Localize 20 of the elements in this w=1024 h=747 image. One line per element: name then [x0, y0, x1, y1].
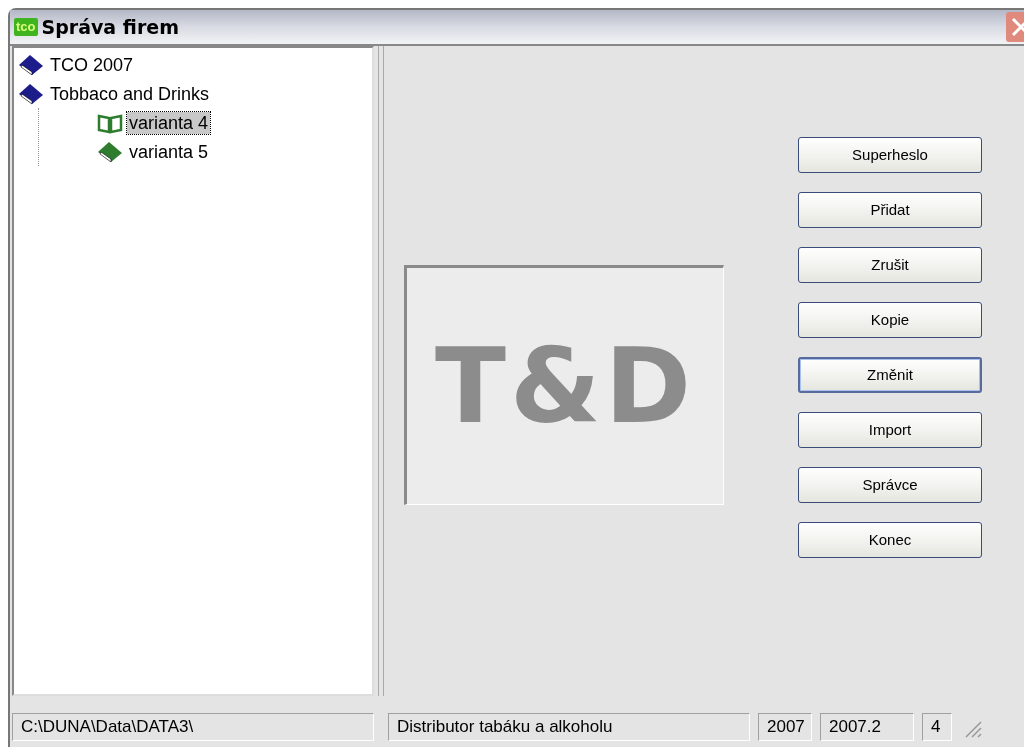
- action-button[interactable]: Superheslo: [798, 137, 982, 173]
- window-title: Správa firem: [41, 14, 179, 40]
- status-panel: Distributor tabáku a alkoholu: [388, 713, 750, 741]
- tree-item[interactable]: TCO 2007: [48, 53, 136, 76]
- action-button[interactable]: Konec: [798, 522, 982, 558]
- action-button[interactable]: Import: [798, 412, 982, 448]
- action-button[interactable]: Správce: [798, 467, 982, 503]
- status-panel: 2007: [758, 713, 812, 741]
- action-button[interactable]: Změnit: [798, 357, 982, 393]
- action-button[interactable]: Zrušit: [798, 247, 982, 283]
- logo-text: T&D: [435, 333, 695, 438]
- tree-item[interactable]: Tobbaco and Drinks: [48, 82, 212, 105]
- action-button[interactable]: Kopie: [798, 302, 982, 338]
- action-button[interactable]: Přidat: [798, 192, 982, 228]
- tree-item[interactable]: varianta 4: [127, 111, 211, 134]
- tree-item[interactable]: varianta 5: [127, 140, 211, 163]
- app-icon: tco: [14, 18, 38, 36]
- status-panel: 2007.2: [820, 713, 914, 741]
- status-panel: C:\DUNA\Data\DATA3\: [12, 713, 374, 741]
- status-panel: 4: [922, 713, 952, 741]
